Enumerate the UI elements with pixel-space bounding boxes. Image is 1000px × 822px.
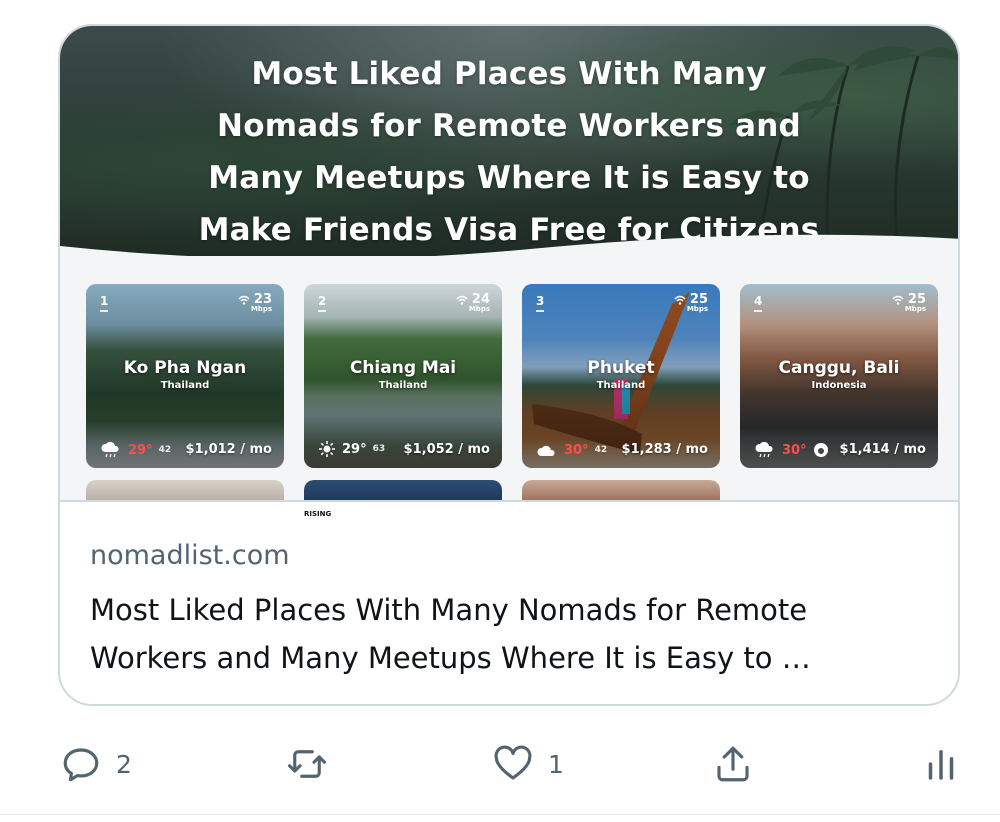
divider (0, 814, 1000, 815)
rank-label: 2 (318, 294, 327, 312)
wifi-unit: Mbps (904, 305, 926, 313)
share-icon (717, 746, 749, 782)
country-name: Thailand (596, 380, 646, 391)
monthly-cost: $1,283 / mo (621, 442, 708, 457)
monthly-cost: $1,012 / mo (185, 442, 272, 457)
wifi-speed: 23 Mbps (238, 292, 272, 313)
place-tile-chiang-mai[interactable]: 2 24 Mbps Chiang Mai Thailand 29° 63 $1,… (304, 284, 502, 468)
wifi-unit: Mbps (250, 305, 272, 313)
reply-count: 2 (116, 749, 132, 779)
weather-info: 29° 63 (318, 440, 385, 458)
link-preview-image[interactable]: Most Liked Places With Many Nomads for R… (60, 26, 958, 502)
country-name: Indonesia (811, 380, 867, 391)
wifi-speed: 25 Mbps (674, 292, 708, 313)
air-quality: 42 (594, 445, 608, 455)
wifi-unit: Mbps (686, 305, 708, 313)
link-domain: nomadlist.com (90, 540, 290, 571)
city-name: Canggu, Bali (778, 358, 900, 378)
place-tile-peek[interactable] (522, 480, 720, 500)
country-name: Thailand (378, 380, 428, 391)
retweet-icon (287, 750, 327, 778)
wifi-icon (674, 295, 686, 305)
heart-icon (494, 745, 532, 780)
analytics-icon (928, 750, 954, 780)
city-name: Chiang Mai (349, 358, 457, 378)
wifi-speed: 24 Mbps (456, 292, 490, 313)
rising-badge: RISING (300, 508, 336, 520)
place-tile-peek[interactable] (304, 480, 502, 500)
rain-icon (755, 442, 773, 458)
city-name: Phuket (587, 358, 655, 378)
monthly-cost: $1,414 / mo (839, 442, 926, 457)
reply-icon (63, 748, 99, 782)
temperature: 29° (128, 442, 153, 458)
rank-label: 4 (754, 294, 763, 312)
air-quality: 42 (158, 445, 172, 455)
weather-info: 30° (754, 442, 829, 458)
temperature: 30° (564, 442, 589, 458)
monthly-cost: $1,052 / mo (403, 442, 490, 457)
share-button[interactable] (712, 736, 754, 792)
air-quality: 63 (372, 444, 386, 454)
temperature: 30° (782, 442, 807, 458)
weather-info: 29° 42 (100, 442, 171, 458)
place-tile-peek[interactable] (86, 480, 284, 500)
mask-icon (813, 443, 828, 457)
link-meta[interactable]: nomadlist.com Most Liked Places With Man… (90, 538, 928, 682)
sun-icon (319, 441, 335, 457)
like-button[interactable]: 1 (492, 736, 564, 792)
retweet-button[interactable] (286, 736, 342, 792)
banner-wave-divider (60, 234, 958, 271)
rank-label: 3 (536, 294, 545, 312)
banner-title: Most Liked Places With Many Nomads for R… (198, 56, 820, 248)
weather-info: 30° 42 (536, 442, 607, 458)
wifi-speed: 25 Mbps (892, 292, 926, 313)
place-tile-ko-pha-ngan[interactable]: 1 23 Mbps Ko Pha Ngan Thailand 29° 42 $1… (86, 284, 284, 468)
cloud-icon (537, 445, 555, 456)
preview-banner: Most Liked Places With Many Nomads for R… (60, 26, 958, 256)
place-tile-canggu-bali[interactable]: 4 25 Mbps Canggu, Bali Indonesia 30° $1,… (740, 284, 938, 468)
place-tile-phuket[interactable]: 3 25 Mbps Phuket Thailand 30° 42 $1,283 … (522, 284, 720, 468)
wifi-icon (456, 295, 468, 305)
wifi-icon (238, 295, 250, 305)
like-count: 1 (548, 749, 564, 779)
wifi-unit: Mbps (468, 305, 490, 313)
link-preview-card[interactable]: Most Liked Places With Many Nomads for R… (58, 24, 960, 706)
temperature: 29° (342, 441, 367, 457)
city-name: Ko Pha Ngan (123, 358, 247, 378)
link-description: Most Liked Places With Many Nomads for R… (90, 593, 811, 675)
rank-label: 1 (100, 294, 109, 312)
rain-icon (101, 442, 119, 458)
country-name: Thailand (160, 380, 210, 391)
tweet-actions-bar: 2 1 (0, 736, 1000, 792)
wifi-icon (892, 295, 904, 305)
reply-button[interactable]: 2 (60, 736, 132, 792)
analytics-button[interactable] (920, 736, 962, 792)
